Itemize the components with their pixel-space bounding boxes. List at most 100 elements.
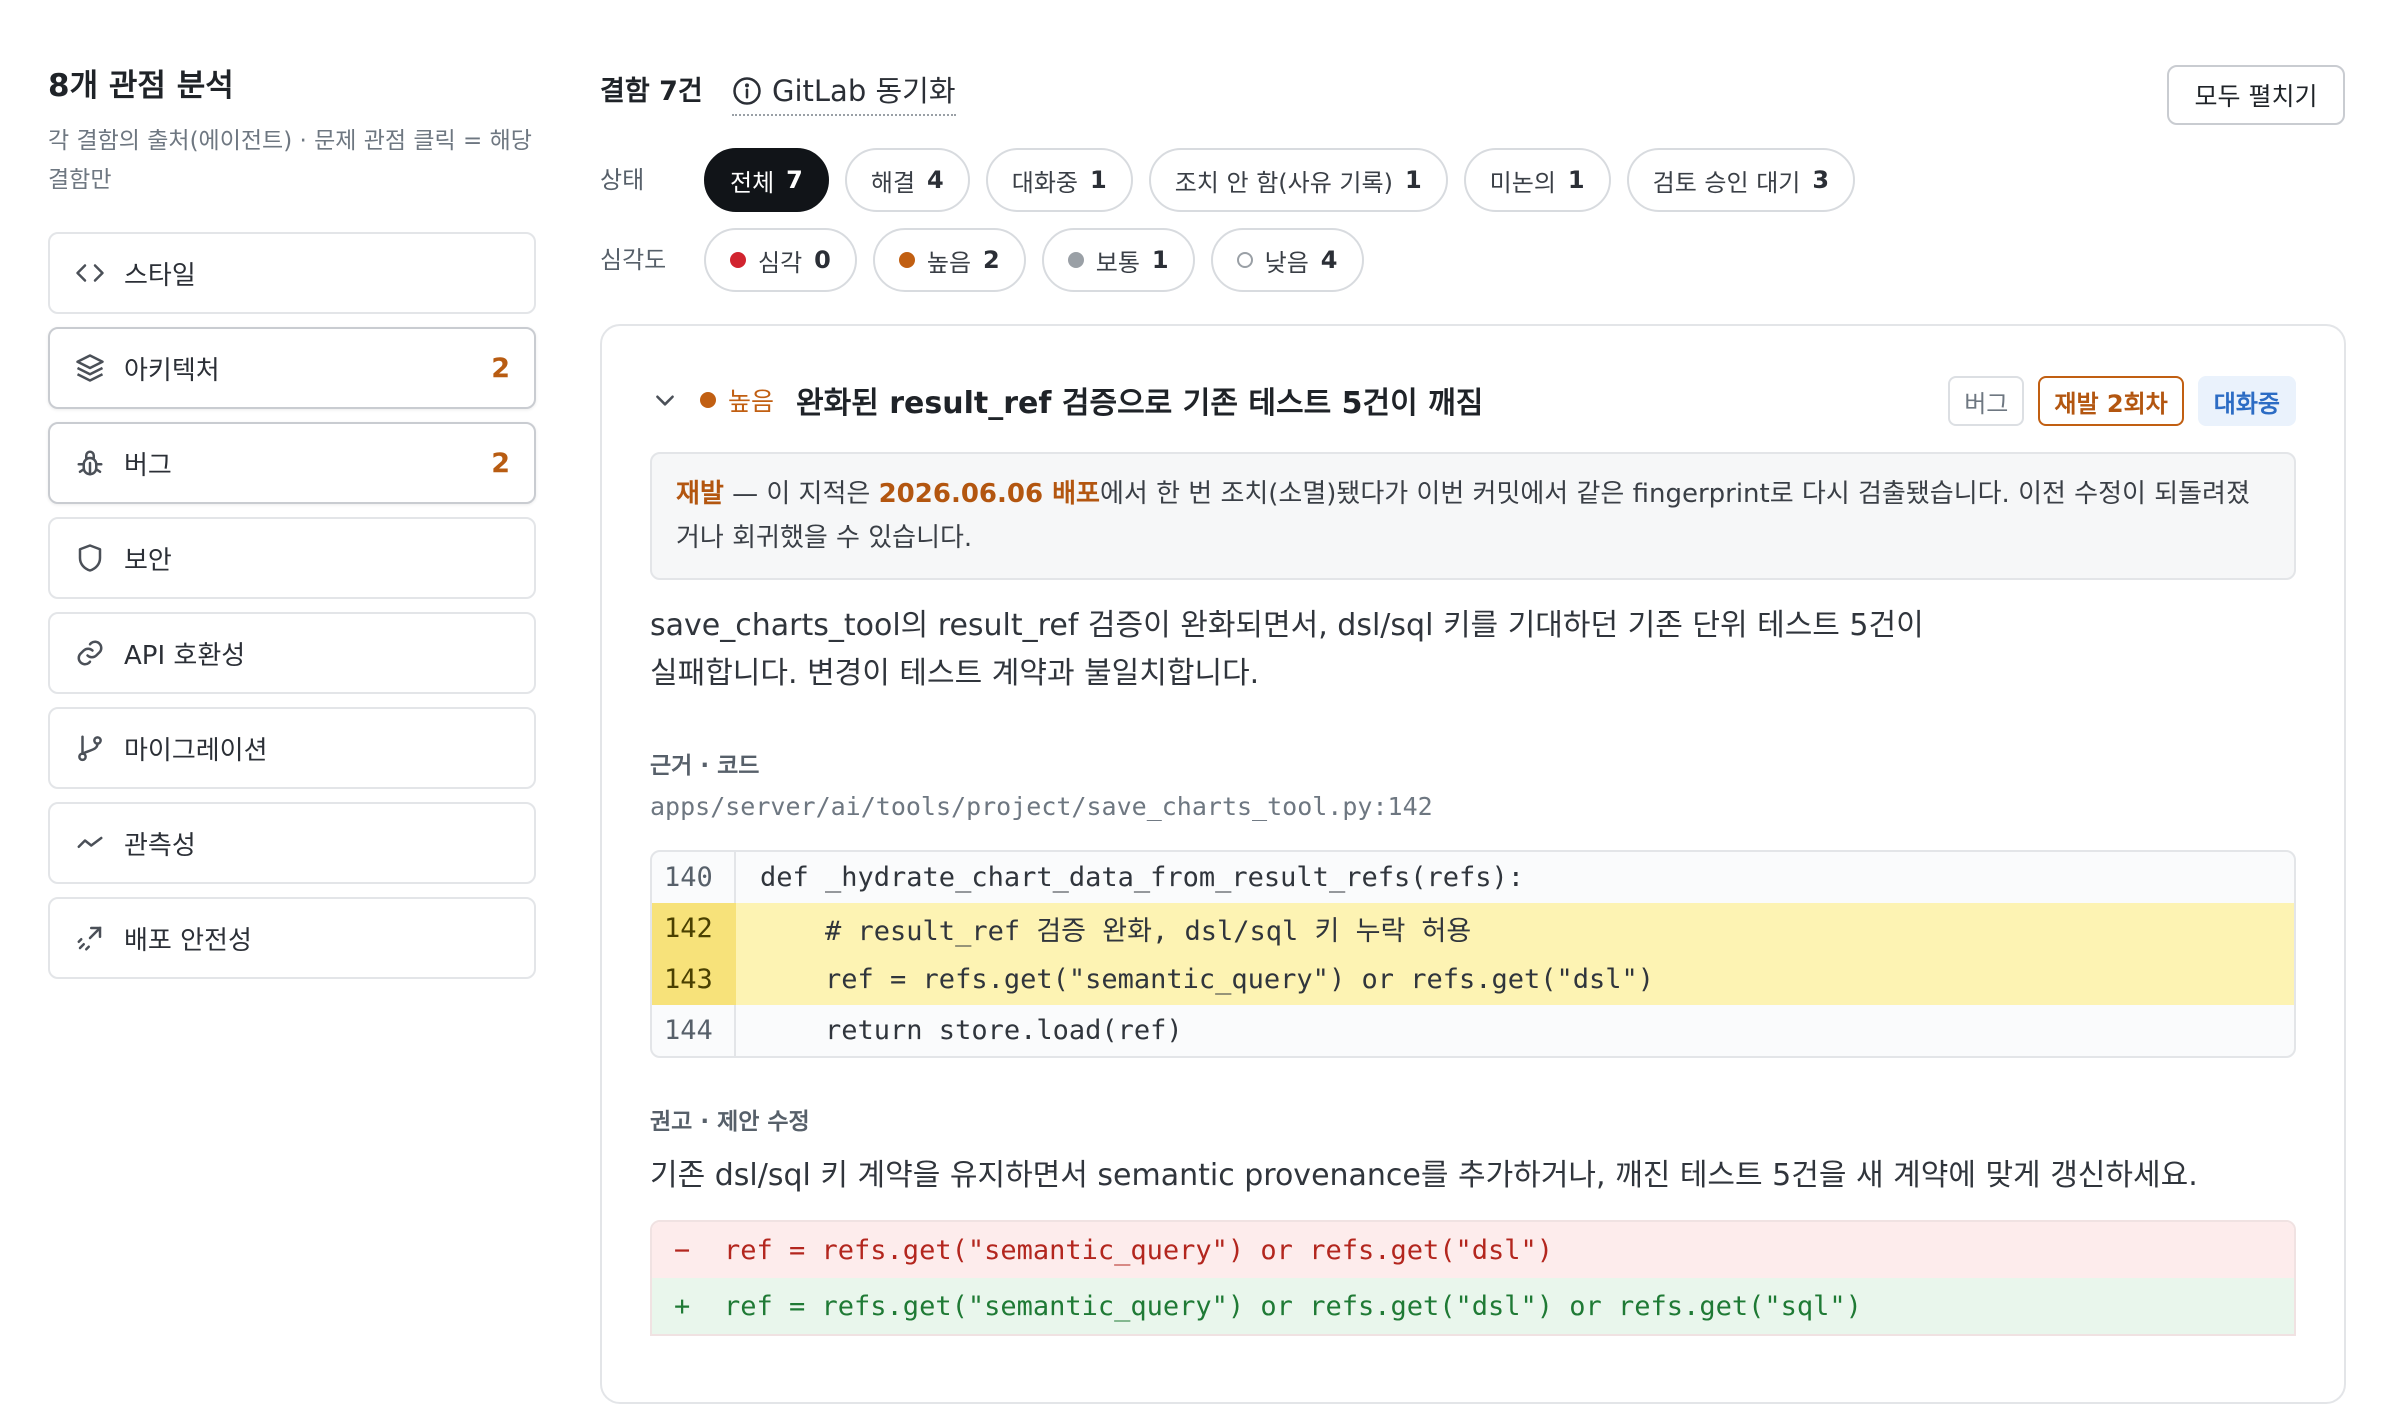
chip-label: 해결	[870, 168, 916, 197]
line-number: 140	[652, 852, 736, 903]
sidebar-item-label: 아키텍처	[124, 355, 220, 386]
status-chip-all[interactable]: 전체 7	[704, 148, 829, 212]
chip-count: 1	[1090, 166, 1107, 194]
severity-dot	[898, 252, 915, 268]
diff-sign: −	[674, 1234, 691, 1266]
diff-text: ref = refs.get("semantic_query") or refs…	[724, 1234, 1554, 1266]
diff-text: ref = refs.get("semantic_query") or refs…	[724, 1290, 1862, 1322]
shield-icon	[74, 542, 106, 574]
code-line: 140 def _hydrate_chart_data_from_result_…	[652, 852, 2294, 903]
status-chip-resolved[interactable]: 해결 4	[844, 148, 970, 212]
code-line: 144 return store.load(ref)	[652, 1005, 2294, 1056]
severity-dot	[1236, 252, 1253, 268]
sidebar-title: 8개 관점 분석	[48, 68, 234, 104]
severity-chip-high[interactable]: 높음 2	[872, 228, 1026, 292]
status-filter-label: 상태	[600, 166, 645, 194]
evidence-label: 근거 · 코드	[650, 753, 760, 779]
finding-description: save_charts_tool의 result_ref 검증이 완화되면서, …	[650, 608, 1924, 691]
sidebar-item-bug[interactable]: 버그 2	[48, 422, 536, 504]
chip-count: 1	[1567, 166, 1585, 194]
sidebar-subtitle: 각 결함의 출처(에이전트) · 문제 관점 클릭 = 해당 결함만	[48, 128, 532, 193]
severity-dot	[1067, 252, 1084, 268]
diff-line-removed: − ref = refs.get("semantic_query") or ref…	[652, 1222, 2294, 1278]
layers-icon	[74, 352, 106, 384]
chip-label: 보통	[1095, 248, 1140, 277]
sidebar-item-label: 관측성	[124, 830, 196, 861]
sidebar-item-count: 2	[491, 352, 510, 384]
severity-dot	[700, 392, 716, 408]
sidebar-item-label: 버그	[124, 450, 172, 481]
sidebar-item-label: 스타일	[124, 260, 196, 291]
recommendation-label: 권고 · 제안 수정	[650, 1109, 810, 1135]
status-badge: 대화중	[2197, 376, 2296, 426]
sidebar-item-migration[interactable]: 마이그레이션	[48, 707, 536, 789]
finding-header[interactable]: 높음 완화된 result_ref 검증으로 기존 테스트 5건이 깨짐	[652, 378, 1483, 422]
sidebar-item-style[interactable]: 스타일	[48, 232, 536, 314]
chip-label: 미논의	[1489, 168, 1556, 197]
sidebar-item-api-compat[interactable]: API 호환성	[48, 612, 536, 694]
expand-all-button[interactable]: 모두 펼치기	[2167, 65, 2345, 125]
finding-tags: 버그 재발 2회차 대화중	[1948, 376, 2296, 426]
status-chip-undiscussed[interactable]: 미논의 1	[1463, 148, 1611, 212]
line-number: 144	[652, 1005, 736, 1056]
gitlab-sync-label: GitLab 동기화	[772, 74, 956, 108]
category-badge: 버그	[1948, 376, 2025, 426]
code-text: def _hydrate_chart_data_from_result_refs…	[760, 862, 1525, 893]
sidebar-item-observability[interactable]: 관측성	[48, 802, 536, 884]
file-path-link[interactable]: apps/server/ai/tools/project/save_charts…	[650, 792, 1433, 821]
code-text: return store.load(ref)	[760, 1015, 1183, 1046]
gitlab-sync-link[interactable]: GitLab 동기화	[732, 70, 956, 116]
chip-count: 0	[814, 246, 831, 274]
chip-count: 3	[1812, 166, 1830, 194]
diff-line-added: + ref = refs.get("semantic_query") or ref…	[652, 1278, 2294, 1334]
chip-label: 조치 안 함(사유 기록)	[1174, 168, 1393, 197]
link-icon	[74, 637, 106, 669]
severity-chip-low[interactable]: 낮음 4	[1210, 228, 1364, 292]
sidebar-item-deploy-safety[interactable]: 배포 안전성	[48, 897, 536, 979]
sidebar-item-architecture[interactable]: 아키텍처 2	[48, 327, 536, 409]
activity-icon	[74, 827, 106, 859]
severity-dot	[730, 252, 746, 268]
chevron-down-icon[interactable]	[652, 387, 678, 413]
severity-filter-chips: 심각 0 높음 2 보통 1 낮음 4	[704, 228, 1364, 292]
notice-pre: — 이 지적은	[723, 479, 879, 509]
findings-count-title: 결함 7건	[600, 76, 703, 107]
suggested-diff: − ref = refs.get("semantic_query") or ref…	[650, 1220, 2296, 1336]
chip-count: 7	[786, 166, 803, 194]
severity-chip-medium[interactable]: 보통 1	[1041, 228, 1195, 292]
chip-count: 4	[927, 166, 944, 194]
recommendation-text: 기존 dsl/sql 키 계약을 유지하면서 semantic provenan…	[650, 1158, 2198, 1193]
line-number: 142	[652, 903, 736, 954]
chip-label: 검토 승인 대기	[1652, 168, 1801, 197]
sidebar-item-label: 마이그레이션	[124, 735, 268, 766]
code-snippet: 140 def _hydrate_chart_data_from_result_…	[650, 850, 2296, 1058]
code-text: # result_ref 검증 완화, dsl/sql 키 누락 허용	[760, 916, 1472, 947]
chip-label: 낮음	[1264, 248, 1309, 277]
recurrence-badge: 재발 2회차	[2038, 376, 2184, 426]
chip-count: 1	[1404, 166, 1422, 194]
chip-label: 심각	[758, 248, 803, 277]
sidebar-item-label: 보안	[124, 545, 172, 576]
status-chip-pending-approval[interactable]: 검토 승인 대기 3	[1626, 148, 1856, 212]
git-branch-icon	[74, 732, 106, 764]
chip-label: 대화중	[1011, 168, 1078, 197]
line-number: 143	[652, 954, 736, 1005]
finding-title: 완화된 result_ref 검증으로 기존 테스트 5건이 깨짐	[796, 386, 1484, 421]
recurrence-notice: 재발 — 이 지적은 2026.06.06 배포에서 한 번 조치(소멸)됐다가…	[650, 452, 2296, 580]
status-chip-wont-fix[interactable]: 조치 안 함(사유 기록) 1	[1148, 148, 1448, 212]
code-line-highlighted: 142 # result_ref 검증 완화, dsl/sql 키 누락 허용	[652, 903, 2294, 954]
status-chip-discussing[interactable]: 대화중 1	[985, 148, 1133, 212]
chip-label: 높음	[926, 248, 972, 277]
chip-count: 2	[983, 246, 1000, 274]
notice-date: 2026.06.06 배포	[878, 479, 1100, 509]
sidebar-item-count: 2	[491, 447, 510, 479]
sidebar-item-label: 배포 안전성	[124, 925, 252, 956]
chip-count: 1	[1151, 246, 1169, 274]
rocket-icon	[74, 922, 106, 954]
sidebar-item-security[interactable]: 보안	[48, 517, 536, 599]
sidebar: 8개 관점 분석 각 결함의 출처(에이전트) · 문제 관점 클릭 = 해당 …	[48, 64, 536, 992]
severity-chip-critical[interactable]: 심각 0	[704, 228, 857, 292]
status-filter-chips: 전체 7 해결 4 대화중 1 조치 안 함(사유 기록) 1 미논의 1 검토 승인 대…	[704, 148, 1856, 212]
code-brackets-icon	[74, 257, 106, 289]
severity-filter-label: 심각도	[600, 246, 667, 274]
